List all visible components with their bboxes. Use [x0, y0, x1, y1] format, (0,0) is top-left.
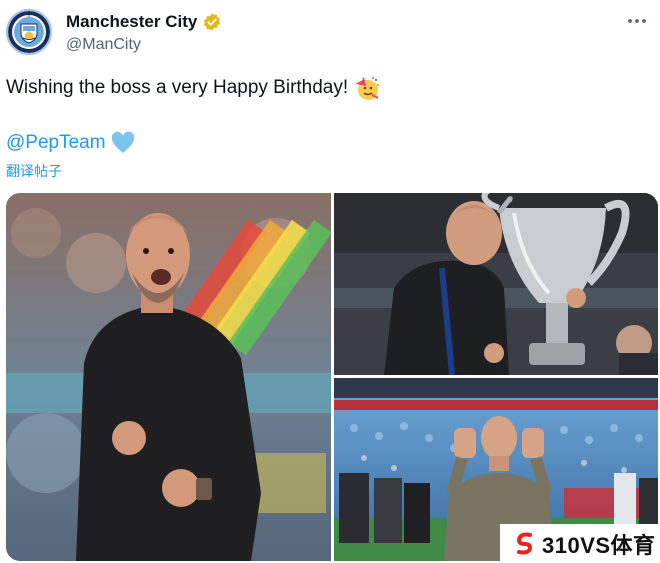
display-name[interactable]: Manchester City	[66, 12, 197, 32]
site-watermark: 310VS体育	[500, 524, 660, 563]
gold-verified-badge-icon	[204, 13, 221, 31]
pepteam-mention-link[interactable]: @PepTeam	[6, 132, 106, 154]
more-options-icon[interactable]	[626, 10, 648, 32]
mention-row: @PepTeam	[6, 131, 136, 155]
media-grid	[6, 193, 658, 561]
tweet-text: Wishing the boss a very Happy Birthday!	[6, 77, 349, 98]
account-handle[interactable]: @ManCity	[66, 36, 141, 54]
tweet-header: Manchester City @ManCity	[0, 0, 660, 62]
s-logo-icon	[516, 532, 533, 554]
man-city-crest-icon	[8, 11, 50, 53]
blue-heart-icon	[111, 131, 134, 153]
photo-kissing-trophy[interactable]	[334, 193, 658, 375]
translate-post-link[interactable]: 翻译帖子	[6, 161, 62, 181]
party-face-emoji-icon	[356, 77, 380, 100]
watermark-text: 310VS体育	[542, 532, 656, 558]
tweet-body: Wishing the boss a very Happy Birthday!	[6, 75, 380, 101]
photo-celebration-fist-pump[interactable]	[6, 193, 331, 561]
man-city-crest-avatar[interactable]	[6, 9, 52, 55]
name-row: Manchester City	[66, 12, 222, 32]
